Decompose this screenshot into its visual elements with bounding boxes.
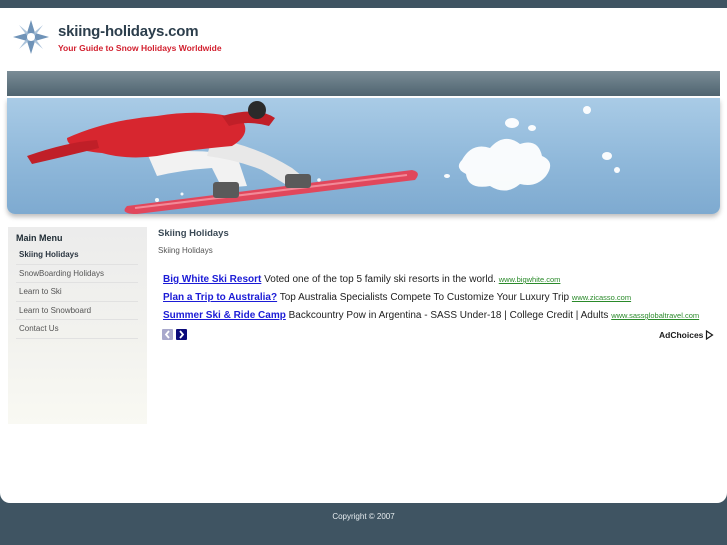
ad-text: Backcountry Pow in Argentina - SASS Unde… xyxy=(288,310,609,321)
site-tagline: Your Guide to Snow Holidays Worldwide xyxy=(58,43,222,53)
snowboarder-banner-image xyxy=(7,98,720,214)
content-title: Skiing Holidays xyxy=(158,228,229,239)
ad-row: Summer Ski & Ride Camp Backcountry Pow i… xyxy=(163,310,699,321)
ad-title-link[interactable]: Summer Ski & Ride Camp xyxy=(163,310,286,321)
main-menu-list: Skiing Holidays SnowBoarding Holidays Le… xyxy=(16,246,138,339)
ad-url-link[interactable]: www.zicasso.com xyxy=(572,293,631,302)
ad-text: Top Australia Specialists Compete To Cus… xyxy=(279,292,570,303)
ad-row: Plan a Trip to Australia? Top Australia … xyxy=(163,292,631,303)
ad-url-link[interactable]: www.sassglobaltravel.com xyxy=(611,311,699,320)
ad-title-link[interactable]: Plan a Trip to Australia? xyxy=(163,292,277,303)
menu-item-contact-us[interactable]: Contact Us xyxy=(16,320,138,339)
copyright-text: Copyright © 2007 xyxy=(332,512,395,521)
ad-row: Big White Ski Resort Voted one of the to… xyxy=(163,274,560,285)
adchoices-play-icon xyxy=(706,330,714,340)
menu-item-learn-to-snowboard[interactable]: Learn to Snowboard xyxy=(16,302,138,320)
ad-text: Voted one of the top 5 family ski resort… xyxy=(264,274,496,285)
adchoices-link[interactable]: AdChoices xyxy=(659,330,714,340)
content-subtitle: Skiing Holidays xyxy=(158,246,213,255)
site-name[interactable]: skiing-holidays.com xyxy=(58,23,199,40)
sidebar: Main Menu Skiing Holidays SnowBoarding H… xyxy=(8,227,147,424)
logo-star-icon[interactable] xyxy=(11,18,51,56)
chevron-right-icon xyxy=(179,330,185,339)
ad-prev-button[interactable] xyxy=(162,329,173,340)
page-container: skiing-holidays.com Your Guide to Snow H… xyxy=(0,8,727,503)
menu-item-learn-to-ski[interactable]: Learn to Ski xyxy=(16,283,138,302)
main-menu-title: Main Menu xyxy=(16,233,63,243)
ad-url-link[interactable]: www.bigwhite.com xyxy=(499,275,561,284)
ad-title-link[interactable]: Big White Ski Resort xyxy=(163,274,261,285)
menu-item-snowboarding-holidays[interactable]: SnowBoarding Holidays xyxy=(16,265,138,283)
adchoices-label: AdChoices xyxy=(659,330,704,340)
chevron-left-icon xyxy=(164,330,170,339)
nav-bar xyxy=(7,71,720,96)
menu-item-skiing-holidays[interactable]: Skiing Holidays xyxy=(16,246,138,265)
ad-next-button[interactable] xyxy=(176,329,187,340)
